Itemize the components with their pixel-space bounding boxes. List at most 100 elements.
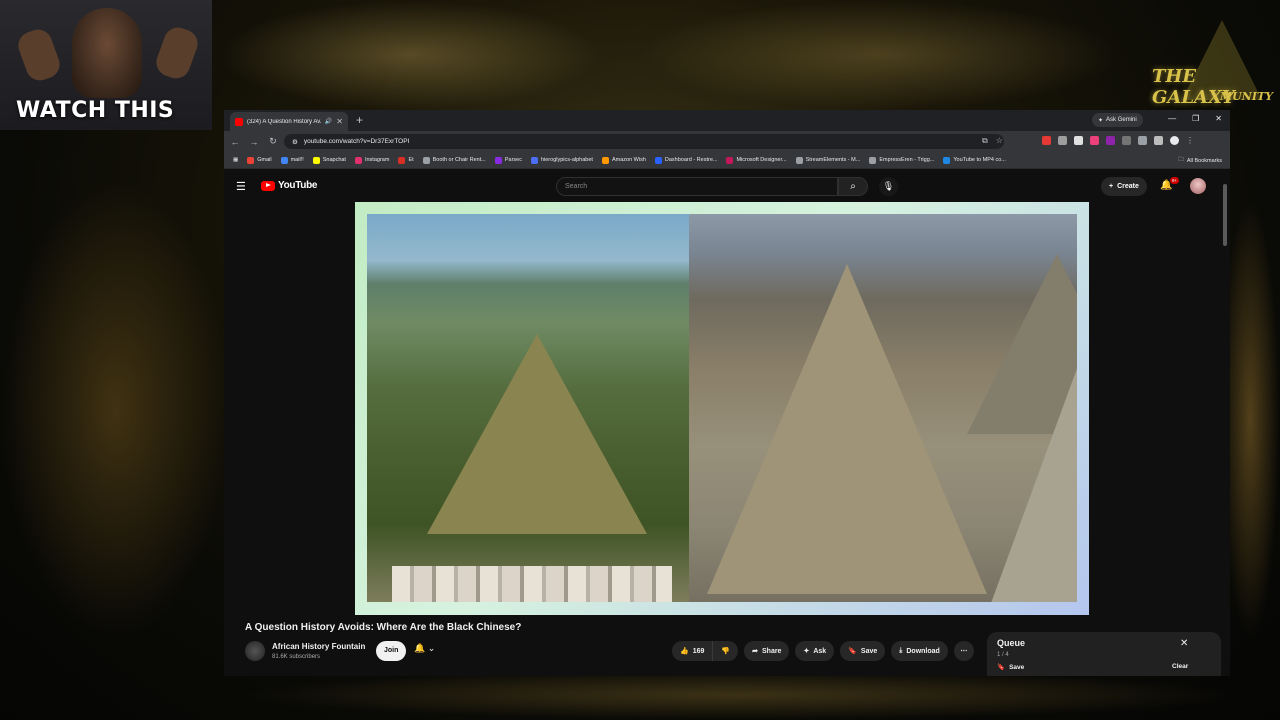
dislike-button[interactable]: 👎 [713, 641, 739, 661]
extension-icon[interactable] [1154, 136, 1163, 145]
gemini-icon: ✦ [1098, 117, 1104, 124]
bookmark-label: mail!! [290, 157, 304, 163]
join-button[interactable]: Join [376, 641, 407, 661]
scrollbar-thumb[interactable] [1223, 184, 1227, 246]
webcam-overlay: WATCH THIS [0, 0, 212, 130]
queue-save-label: Save [1009, 663, 1025, 671]
bookmark-item[interactable]: StreamElements - M... [795, 156, 860, 164]
restore-icon[interactable]: ❐ [1192, 114, 1199, 123]
hill-shape [427, 334, 647, 534]
menu-icon[interactable]: ☰ [236, 180, 246, 193]
bookmark-item[interactable]: hieroglypics-alphabet [530, 156, 593, 164]
ask-button[interactable]: ✦ Ask [795, 641, 835, 661]
bookmark-label: EmpressEren - Trigg... [879, 157, 935, 163]
extension-icon[interactable] [1106, 136, 1115, 145]
close-icon[interactable]: ✕ [1180, 638, 1188, 649]
minimize-icon[interactable]: — [1168, 114, 1176, 123]
bookmark-item[interactable]: mail!! [280, 156, 304, 164]
download-button[interactable]: ⤓ Download [891, 641, 948, 661]
voice-search-button[interactable]: 🎙 [879, 177, 898, 196]
bookmark-item[interactable]: YouTube to MP4 co... [943, 156, 1006, 164]
bookmark-item[interactable]: Booth or Chair Rent... [422, 156, 486, 164]
bookmark-icon [530, 156, 538, 164]
download-icon: ⤓ [899, 647, 903, 654]
back-icon[interactable]: ← [227, 137, 243, 147]
search-input[interactable]: Search [556, 177, 838, 196]
youtube-header: ☰ YouTube Search ⌕ 🎙 + Create 🔔 9+ [224, 170, 1230, 202]
like-button[interactable]: 👍 169 [672, 641, 714, 661]
bookmark-icon [354, 156, 362, 164]
bookmark-item[interactable]: Snapchat [312, 156, 346, 164]
search-icon: ⌕ [850, 181, 856, 192]
address-bar[interactable]: ⚙ youtube.com/watch?v=Dr37ExrTOPI [284, 134, 1004, 149]
more-actions-button[interactable]: ⋯ [953, 641, 974, 661]
reload-icon[interactable]: ↻ [265, 136, 281, 147]
account-avatar[interactable] [1190, 178, 1206, 194]
extension-icon[interactable] [1058, 136, 1067, 145]
tab-active[interactable]: (324) A Question History Av... 🔊 ✕ [230, 112, 348, 131]
queue-clear-button[interactable]: Clear [1172, 663, 1188, 670]
bookmark-item[interactable]: Et [398, 156, 414, 164]
page-scrollbar[interactable] [1222, 170, 1228, 676]
speaker-icon[interactable]: 🔊 [325, 118, 332, 125]
community-logo: THE GALAXY MUNITY [1146, 14, 1276, 114]
bookmark-item[interactable]: Parsec [494, 156, 522, 164]
close-window-icon[interactable]: ✕ [1215, 114, 1222, 123]
bookmark-star-icon[interactable]: ☆ [996, 136, 1003, 146]
hill-shape [707, 264, 987, 594]
extension-icon[interactable] [1090, 136, 1099, 145]
ask-gemini-button[interactable]: ✦ Ask Gemini [1092, 113, 1143, 127]
bookmark-label: Gmail [257, 157, 272, 163]
plus-icon: + [1109, 183, 1114, 190]
profile-icon[interactable] [1170, 136, 1179, 145]
extension-icon[interactable] [1042, 136, 1051, 145]
close-tab-icon[interactable]: ✕ [336, 117, 343, 126]
channel-name[interactable]: African History Fountain [272, 642, 365, 651]
webcam-caption: WATCH THIS [16, 98, 175, 123]
bookmark-icon [601, 156, 609, 164]
background-glow-top-left [220, 0, 600, 110]
thumbs-up-icon: 👍 [680, 648, 689, 655]
channel-avatar[interactable] [245, 641, 265, 661]
subscription-bell-button[interactable]: 🔔 ⌄ [414, 643, 435, 654]
microphone-icon: 🎙 [882, 181, 895, 191]
bookmark-icon [422, 156, 430, 164]
menu-kebab-icon[interactable]: ⋮ [1186, 136, 1194, 145]
search-button[interactable]: ⌕ [838, 177, 868, 196]
site-info-icon[interactable]: ⚙ [292, 138, 298, 146]
bookmark-icon: 🔖 [848, 648, 857, 655]
youtube-logo[interactable]: YouTube [261, 180, 318, 191]
share-label: Share [762, 647, 782, 655]
forward-icon[interactable]: → [246, 137, 262, 147]
apps-icon[interactable]: ▦ [233, 157, 238, 163]
chevron-down-icon: ⌄ [427, 643, 436, 653]
new-tab-button[interactable]: + [356, 113, 363, 127]
subscriber-count: 81.6K subscribers [272, 654, 321, 660]
queue-save-button[interactable]: 🔖 Save [997, 663, 1025, 672]
video-player[interactable] [355, 202, 1089, 615]
queue-count: 1 / 4 [997, 652, 1009, 658]
bookmark-item[interactable]: Amazon Wish [601, 156, 646, 164]
webcam-hand-right [152, 23, 202, 83]
bookmark-label: Booth or Chair Rent... [432, 157, 486, 163]
bookmark-item[interactable]: Microsoft Designer... [726, 156, 787, 164]
background-glow-top-right [640, 0, 1120, 110]
share-button[interactable]: ➦ Share [744, 641, 790, 661]
extension-icon[interactable] [1138, 136, 1147, 145]
save-button[interactable]: 🔖 Save [840, 641, 886, 661]
ask-gemini-label: Ask Gemini [1106, 117, 1137, 123]
bookmark-item[interactable]: Gmail [247, 156, 272, 164]
ask-label: Ask [813, 647, 827, 655]
extension-icon[interactable] [1074, 136, 1083, 145]
bookmark-item[interactable]: Instagram [354, 156, 389, 164]
video-frame [355, 202, 1089, 615]
all-bookmarks[interactable]: 🗀 All Bookmarks [1178, 156, 1222, 165]
more-horizontal-icon: ⋯ [960, 648, 968, 655]
bookmark-item[interactable]: Dashboard - Restre... [654, 156, 717, 164]
all-bookmarks-label: All Bookmarks [1186, 157, 1222, 164]
install-app-icon[interactable]: ⧉ [982, 136, 988, 146]
create-button[interactable]: + Create [1101, 177, 1147, 196]
extension-icon[interactable] [1122, 136, 1131, 145]
bookmark-item[interactable]: EmpressEren - Trigg... [869, 156, 935, 164]
queue-panel: Queue 1 / 4 ✕ 🔖 Save Clear [987, 632, 1221, 676]
